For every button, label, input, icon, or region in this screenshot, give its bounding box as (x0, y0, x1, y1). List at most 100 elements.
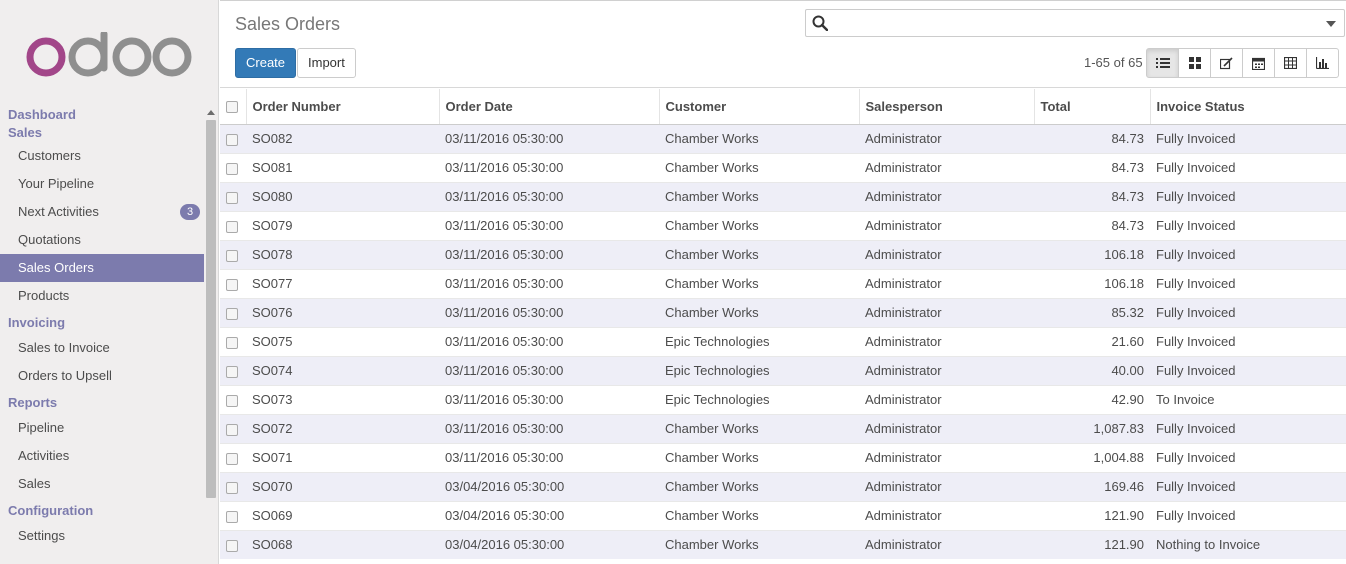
row-checkbox[interactable] (226, 278, 238, 291)
cell-invoice-status: Fully Invoiced (1150, 239, 1346, 269)
select-all-checkbox[interactable] (226, 101, 238, 114)
cell-order-date: 03/11/2016 05:30:00 (439, 181, 659, 211)
cell-order-date: 03/11/2016 05:30:00 (439, 442, 659, 472)
odoo-logo[interactable] (26, 32, 194, 82)
row-checkbox[interactable] (226, 452, 238, 465)
column-header-order-date[interactable]: Order Date (438, 89, 659, 125)
row-checkbox[interactable] (226, 307, 238, 320)
sidebar-item-customers[interactable]: Customers (0, 142, 204, 170)
row-checkbox[interactable] (226, 191, 238, 204)
table-row[interactable]: SO075 03/11/2016 05:30:00 Epic Technologie… (220, 326, 1346, 356)
sidebar-item-activities[interactable]: Activities (0, 442, 204, 470)
pivot-view-button[interactable] (1274, 48, 1307, 78)
cell-total: 121.90 (1034, 529, 1150, 559)
scroll-up-icon[interactable] (207, 110, 215, 115)
table-row[interactable]: SO081 03/11/2016 05:30:00 Chamber Works Adm… (220, 152, 1346, 182)
chevron-down-icon[interactable] (1326, 21, 1336, 27)
sidebar-item-orders-to-upsell[interactable]: Orders to Upsell (0, 362, 204, 390)
menu-section-sales[interactable]: Sales (0, 124, 204, 142)
menu-section-configuration[interactable]: Configuration (0, 502, 204, 520)
cell-order-number: SO073 (246, 384, 439, 414)
cell-salesperson: Administrator (859, 210, 1034, 240)
column-header-customer[interactable]: Customer (658, 89, 859, 125)
list-view-icon (1155, 58, 1170, 68)
sidebar-item-products[interactable]: Products (0, 282, 204, 310)
select-all-cell (220, 89, 246, 125)
kanban-view-button[interactable] (1178, 48, 1211, 78)
pager-value[interactable]: 1-65 of 65 (1084, 55, 1143, 70)
sidebar-item-settings[interactable]: Settings (0, 522, 204, 550)
column-header-salesperson[interactable]: Salesperson (858, 89, 1034, 125)
table-row[interactable]: SO080 03/11/2016 05:30:00 Chamber Works Adm… (220, 181, 1346, 211)
row-checkbox[interactable] (226, 249, 238, 262)
table-row[interactable]: SO078 03/11/2016 05:30:00 Chamber Works Adm… (220, 239, 1346, 269)
menu-section-invoicing[interactable]: Invoicing (0, 314, 204, 332)
table-row[interactable]: SO082 03/11/2016 05:30:00 Chamber Works Adm… (220, 123, 1346, 153)
cell-customer: Chamber Works (659, 413, 859, 443)
column-header-total[interactable]: Total (1033, 89, 1150, 125)
row-checkbox[interactable] (226, 539, 238, 552)
table-row[interactable]: SO077 03/11/2016 05:30:00 Chamber Works Adm… (220, 268, 1346, 298)
form-view-button[interactable] (1210, 48, 1243, 78)
row-checkbox[interactable] (226, 481, 238, 494)
table-row[interactable]: SO073 03/11/2016 05:30:00 Epic Technologie… (220, 384, 1346, 414)
column-header-order-number[interactable]: Order Number (245, 89, 439, 125)
cell-salesperson: Administrator (859, 384, 1034, 414)
sidebar-item-quotations[interactable]: Quotations (0, 226, 204, 254)
cell-total: 169.46 (1034, 471, 1150, 501)
row-select-cell (220, 239, 246, 269)
sidebar-item-label: Sales Orders (18, 260, 94, 275)
sidebar-item-pipeline[interactable]: Pipeline (0, 414, 204, 442)
row-checkbox[interactable] (226, 336, 238, 349)
table-row[interactable]: SO074 03/11/2016 05:30:00 Epic Technologie… (220, 355, 1346, 385)
scrollbar-thumb[interactable] (206, 120, 216, 498)
graph-view-button[interactable] (1306, 48, 1339, 78)
create-button[interactable]: Create (235, 48, 297, 78)
table-row[interactable]: SO069 03/04/2016 05:30:00 Chamber Works Adm… (220, 500, 1346, 530)
table-row[interactable]: SO071 03/11/2016 05:30:00 Chamber Works Adm… (220, 442, 1346, 472)
table-row[interactable]: SO070 03/04/2016 05:30:00 Chamber Works Adm… (220, 471, 1346, 501)
sidebar-item-sales-to-invoice[interactable]: Sales to Invoice (0, 334, 204, 362)
sidebar-scrollbar[interactable] (204, 110, 218, 564)
row-select-cell (220, 413, 246, 443)
cell-customer: Chamber Works (659, 442, 859, 472)
calendar-view-button[interactable] (1242, 48, 1275, 78)
sidebar-item-your-pipeline[interactable]: Your Pipeline (0, 170, 204, 198)
cell-order-number: SO081 (246, 152, 439, 182)
list-view-button[interactable] (1146, 48, 1179, 78)
cell-total: 84.73 (1034, 152, 1150, 182)
row-checkbox[interactable] (226, 423, 238, 436)
search-bar[interactable] (805, 9, 1345, 37)
import-button[interactable]: Import (297, 48, 356, 78)
table-row[interactable]: SO068 03/04/2016 05:30:00 Chamber Works Adm… (220, 529, 1346, 559)
cell-order-date: 03/04/2016 05:30:00 (439, 471, 659, 501)
sidebar-item-sales[interactable]: Sales (0, 470, 204, 498)
search-input[interactable] (834, 12, 1314, 34)
row-select-cell (220, 384, 246, 414)
row-checkbox[interactable] (226, 162, 238, 175)
table-row[interactable]: SO072 03/11/2016 05:30:00 Chamber Works Adm… (220, 413, 1346, 443)
row-select-cell (220, 297, 246, 327)
sidebar-item-next-activities[interactable]: Next Activities 3 (0, 198, 204, 226)
form-view-icon (1220, 56, 1233, 69)
menu-section-reports[interactable]: Reports (0, 394, 204, 412)
search-icon (812, 15, 828, 31)
cell-customer: Chamber Works (659, 152, 859, 182)
table-row[interactable]: SO079 03/11/2016 05:30:00 Chamber Works Adm… (220, 210, 1346, 240)
row-checkbox[interactable] (226, 394, 238, 407)
sidebar-item-sales-orders[interactable]: Sales Orders (0, 254, 204, 282)
sidebar-item-label: Sales to Invoice (18, 340, 110, 355)
cell-salesperson: Administrator (859, 471, 1034, 501)
table-row[interactable]: SO076 03/11/2016 05:30:00 Chamber Works Adm… (220, 297, 1346, 327)
cell-salesperson: Administrator (859, 500, 1034, 530)
cell-order-number: SO069 (246, 500, 439, 530)
row-select-cell (220, 268, 246, 298)
row-checkbox[interactable] (226, 365, 238, 378)
row-checkbox[interactable] (226, 220, 238, 233)
column-header-invoice-status[interactable]: Invoice Status (1149, 89, 1346, 125)
row-checkbox[interactable] (226, 510, 238, 523)
cell-total: 1,087.83 (1034, 413, 1150, 443)
row-checkbox[interactable] (226, 133, 238, 146)
cell-invoice-status: Fully Invoiced (1150, 471, 1346, 501)
menu-section-dashboard[interactable]: Dashboard (0, 106, 204, 124)
